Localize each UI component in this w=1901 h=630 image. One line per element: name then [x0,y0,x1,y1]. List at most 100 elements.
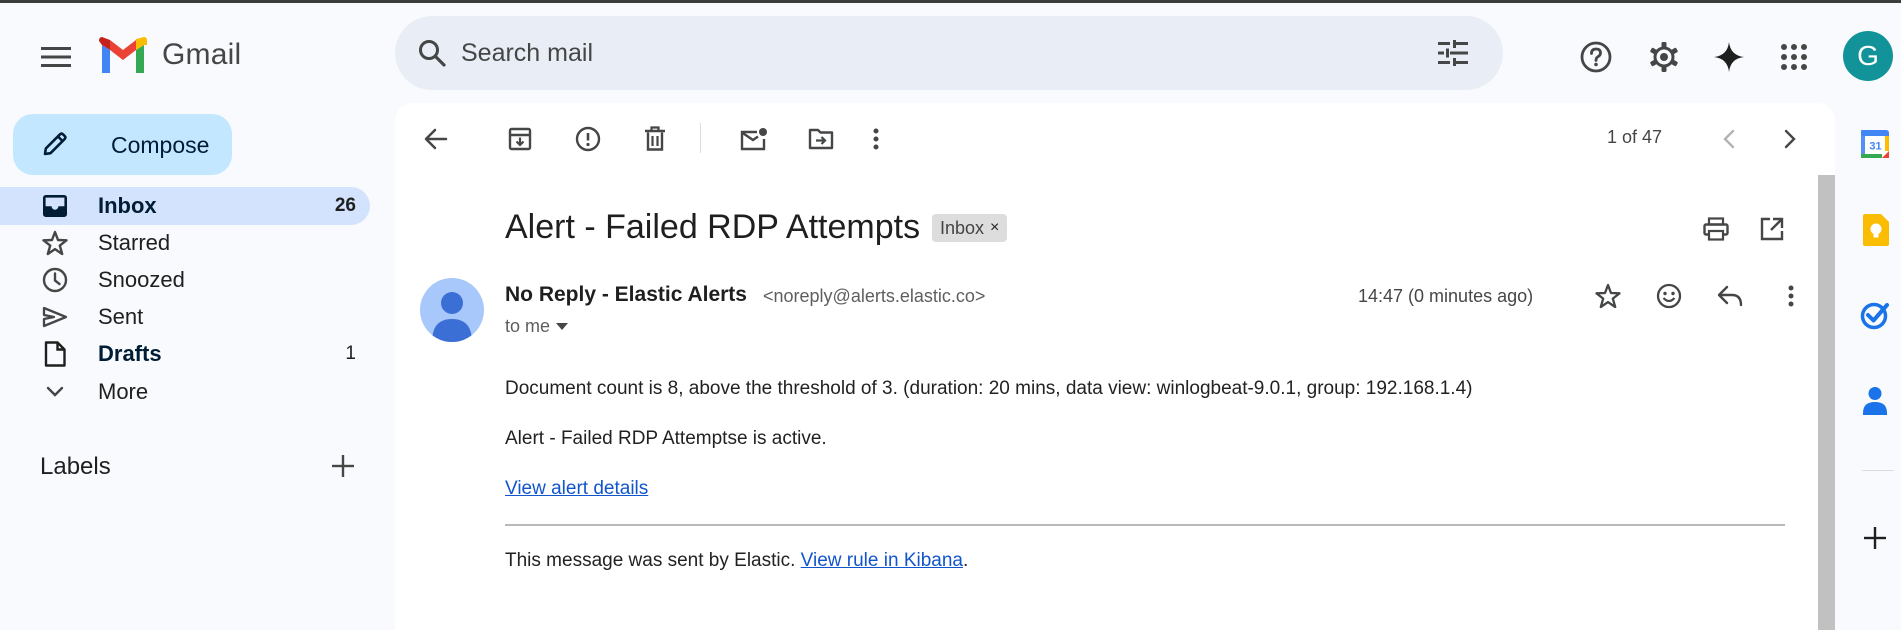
sidebar-item-label: Inbox [98,193,157,218]
tasks-icon [1860,302,1889,330]
toolbar-divider [700,123,701,153]
app-name: Gmail [162,38,242,71]
reply-button[interactable] [1708,274,1752,318]
send-icon [40,302,70,332]
keep-icon [1863,214,1889,246]
contacts-icon [1863,387,1887,415]
main-menu-button[interactable] [32,33,80,81]
sidebar-item-more[interactable]: More [0,373,370,411]
emoji-icon [1656,283,1682,309]
add-reaction-button[interactable] [1647,274,1691,318]
chevron-left-icon [1723,129,1735,149]
gear-icon [1650,42,1678,72]
drafts-count: 1 [345,343,356,364]
plus-icon [1864,527,1886,549]
older-button[interactable] [1768,117,1812,161]
scrollbar[interactable] [1818,175,1835,630]
keep-app-button[interactable] [1858,213,1892,247]
plus-icon [332,455,354,477]
trash-icon [645,126,665,151]
mail-unread-icon [740,128,767,151]
recipient-text: to me [505,316,551,336]
google-apps-button[interactable] [1770,33,1818,81]
label-chip-inbox: Inbox × [932,214,1008,242]
arrow-left-icon [424,128,448,150]
sender-name[interactable]: No Reply - Elastic Alerts [505,283,747,307]
settings-button[interactable] [1640,33,1688,81]
search-options-button[interactable] [1433,33,1473,73]
apps-grid-icon [1781,44,1807,70]
labels-heading: Labels [40,453,111,480]
compose-button[interactable]: Compose [13,114,232,175]
archive-button[interactable] [498,117,542,161]
sidebar-item-label: Starred [98,230,171,255]
search-button[interactable] [413,34,451,72]
gmail-logo[interactable]: Gmail [99,33,241,77]
search-icon [419,40,446,67]
more-vertical-icon [873,128,879,150]
sidebar-item-sent[interactable]: Sent [0,298,370,336]
body-paragraph: Document count is 8, above the threshold… [505,378,1473,399]
label-chip-text: Inbox [940,217,985,238]
view-alert-details-link[interactable]: View alert details [505,478,648,500]
star-icon [1595,283,1621,309]
more-vertical-icon [1788,285,1794,307]
star-button[interactable] [1586,274,1630,318]
sidebar-item-label: Snoozed [98,267,185,292]
sidebar-item-inbox[interactable]: Inbox 26 [0,187,370,225]
back-button[interactable] [414,117,458,161]
mark-unread-button[interactable] [732,117,776,161]
report-spam-button[interactable] [566,117,610,161]
message-view: 1 of 47 Alert - Failed RDP Attempts Inbo… [395,103,1835,630]
tasks-app-button[interactable] [1858,298,1892,332]
create-label-button[interactable] [325,448,361,484]
remove-label-button[interactable]: × [990,219,999,237]
more-options-button[interactable] [854,117,898,161]
calendar-app-button[interactable]: 31 [1858,127,1892,161]
footer-prefix: This message was sent by Elastic. [505,550,796,571]
external-link-icon [1760,217,1784,241]
pagination-status: 1 of 47 [1607,127,1663,147]
sparkle-icon [1714,42,1744,72]
gmail-m-icon [99,37,147,73]
unread-count: 26 [334,195,356,216]
printer-icon [1703,217,1729,241]
gemini-button[interactable] [1705,33,1753,81]
compose-label: Compose [111,132,210,158]
reply-icon [1717,285,1743,307]
clock-icon [40,265,70,295]
chevron-right-icon [1784,129,1796,149]
open-new-window-button[interactable] [1750,207,1794,251]
tune-icon [1438,40,1468,66]
newer-button[interactable] [1707,117,1751,161]
sidebar-item-drafts[interactable]: Drafts 1 [0,335,370,373]
chevron-down-icon [40,377,70,407]
move-to-button[interactable] [799,117,843,161]
draft-icon [40,339,70,369]
message-more-button[interactable] [1769,274,1813,318]
recipient-details-toggle[interactable]: to me [505,316,569,337]
search-input[interactable] [461,33,1361,73]
sender-email: <noreply@alerts.elastic.co> [763,286,986,306]
body-paragraph: Alert - Failed RDP Attemptse is active. [505,428,827,449]
search-bar[interactable] [395,16,1503,90]
folder-move-icon [808,128,834,150]
sidebar-item-label: Sent [98,304,144,329]
contacts-app-button[interactable] [1858,384,1892,418]
sidebar-item-starred[interactable]: Starred [0,224,370,262]
rail-divider [1862,470,1894,471]
print-all-button[interactable] [1694,207,1738,251]
pencil-icon [43,132,67,156]
archive-icon [508,127,532,151]
support-button[interactable] [1572,33,1620,81]
footer-suffix: . [962,550,969,571]
account-avatar[interactable]: G [1843,31,1893,81]
body-divider [505,524,1785,526]
sidebar-item-snoozed[interactable]: Snoozed [0,261,370,299]
get-addons-button[interactable] [1858,521,1892,555]
person-icon [432,292,472,342]
delete-button[interactable] [633,117,677,161]
calendar-icon: 31 [1861,130,1889,158]
view-rule-in-kibana-link[interactable]: View rule in Kibana [801,550,963,571]
footer-text: This message was sent by Elastic. View r… [505,550,968,572]
